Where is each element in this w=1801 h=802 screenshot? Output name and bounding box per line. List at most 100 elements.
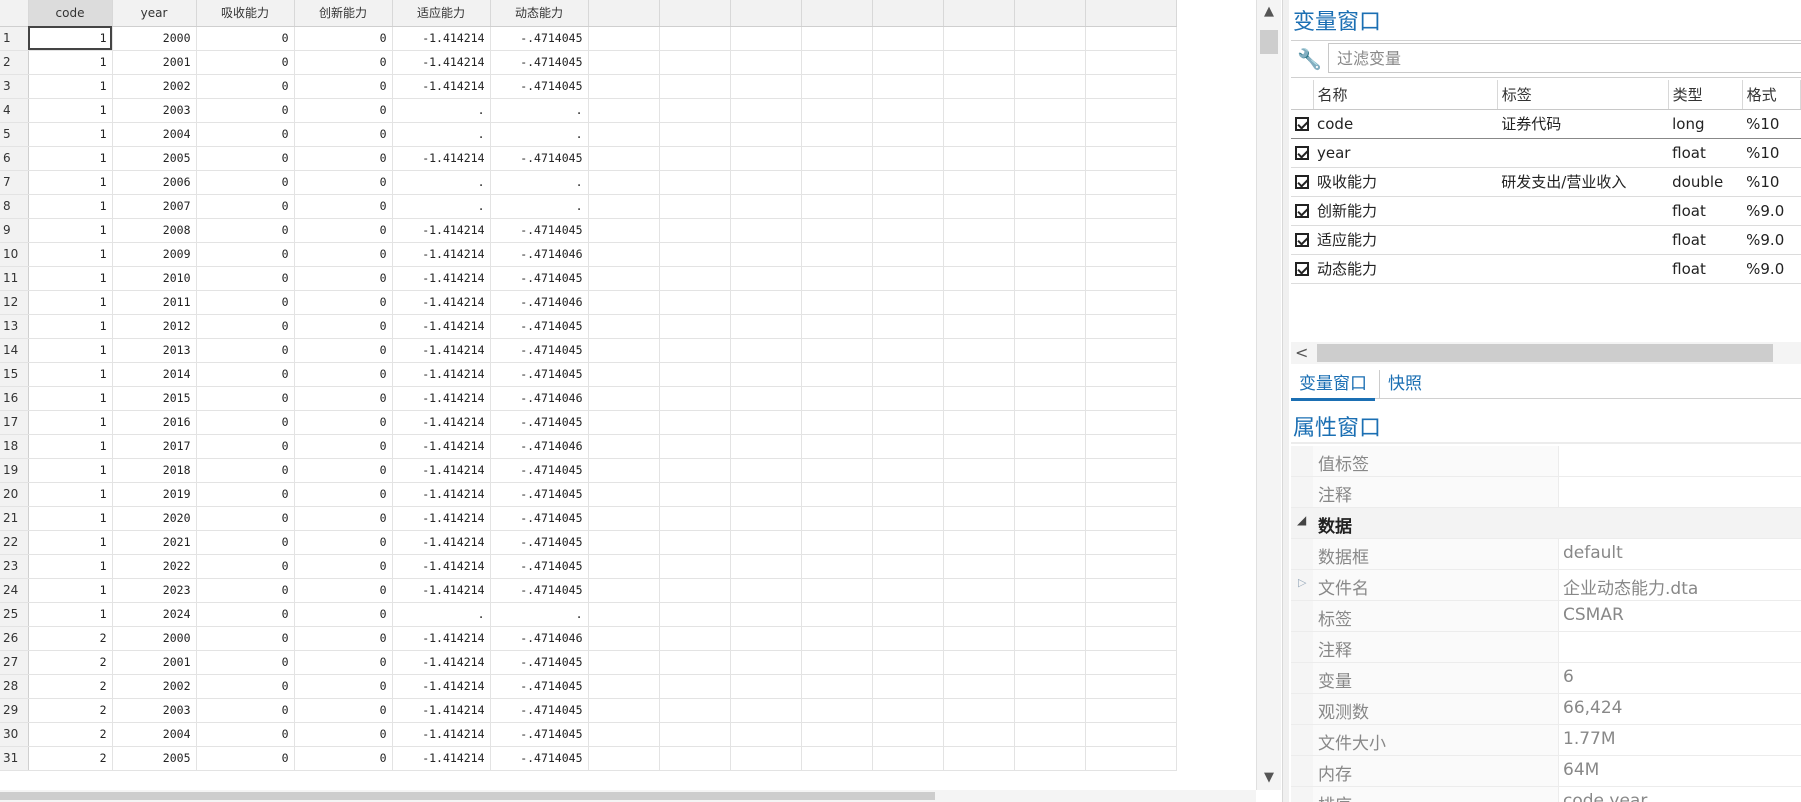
row-number[interactable]: 27 [0,650,29,675]
empty-cell[interactable] [730,218,802,243]
empty-cell[interactable] [659,482,731,507]
cell[interactable]: 0 [294,554,393,579]
empty-cell[interactable] [943,626,1015,651]
empty-cell[interactable] [659,602,731,627]
cell[interactable]: 2 [28,746,113,771]
empty-cell[interactable] [1014,650,1086,675]
empty-cell[interactable] [943,530,1015,555]
property-row[interactable]: 内存 64M [1291,756,1801,787]
empty-cell[interactable] [872,26,944,51]
empty-cell[interactable] [730,482,802,507]
empty-cell[interactable] [588,170,660,195]
cell[interactable]: 2005 [112,146,197,171]
empty-cell[interactable] [872,410,944,435]
cell[interactable]: -.4714045 [490,650,589,675]
empty-cell[interactable] [659,626,731,651]
scroll-down-icon[interactable]: ▼ [1257,766,1281,790]
cell[interactable]: -.4714045 [490,266,589,291]
empty-cell[interactable] [588,458,660,483]
empty-column-header[interactable] [943,0,1015,27]
cell[interactable]: 0 [294,530,393,555]
empty-cell[interactable] [1014,338,1086,363]
empty-cell[interactable] [943,266,1015,291]
checkbox-checked-icon[interactable] [1295,204,1309,218]
cell[interactable]: -1.414214 [392,482,491,507]
horizontal-scrollbar[interactable] [0,790,1256,802]
empty-cell[interactable] [588,266,660,291]
column-header-1[interactable]: year [112,0,197,27]
properties-section-header[interactable]: ◢ 数据 [1291,508,1801,539]
empty-cell[interactable] [730,626,802,651]
cell[interactable]: 0 [196,338,295,363]
cell[interactable]: -1.414214 [392,362,491,387]
empty-cell[interactable] [659,698,731,723]
row-number[interactable]: 2 [0,50,29,75]
cell[interactable]: -.4714045 [490,746,589,771]
cell[interactable]: -.4714045 [490,314,589,339]
variable-row[interactable]: 创新能力 float %9.0 [1291,196,1801,226]
empty-cell[interactable] [801,194,873,219]
cell[interactable]: 2021 [112,530,197,555]
property-row[interactable]: 观测数 66,424 [1291,694,1801,725]
cell[interactable]: 1 [28,530,113,555]
empty-cell[interactable] [730,242,802,267]
cell[interactable]: -1.414214 [392,314,491,339]
cell[interactable]: 1 [28,146,113,171]
empty-cell[interactable] [1014,218,1086,243]
cell[interactable]: 0 [196,146,295,171]
cell[interactable]: -.4714045 [490,458,589,483]
empty-column-header[interactable] [659,0,731,27]
cell[interactable]: 0 [294,290,393,315]
empty-cell[interactable] [872,74,944,99]
cell[interactable]: 0 [294,602,393,627]
cell[interactable]: 0 [294,98,393,123]
variable-row[interactable]: year float %10 [1291,138,1801,168]
empty-cell[interactable] [943,218,1015,243]
cell[interactable]: 0 [196,74,295,99]
empty-cell[interactable] [801,578,873,603]
property-row[interactable]: 变量 6 [1291,663,1801,694]
empty-cell[interactable] [943,434,1015,459]
row-number[interactable]: 14 [0,338,29,363]
cell[interactable]: . [490,170,589,195]
cell[interactable]: 0 [294,122,393,147]
empty-cell[interactable] [872,242,944,267]
empty-cell[interactable] [801,506,873,531]
row-number[interactable]: 6 [0,146,29,171]
cell[interactable]: . [392,98,491,123]
empty-cell[interactable] [872,50,944,75]
empty-cell[interactable] [1085,170,1177,195]
cell[interactable]: 0 [196,674,295,699]
cell[interactable]: 0 [294,314,393,339]
cell[interactable]: 2003 [112,698,197,723]
cell[interactable]: -.4714046 [490,242,589,267]
cell[interactable]: 1 [28,506,113,531]
empty-cell[interactable] [1014,194,1086,219]
cell[interactable]: 0 [196,170,295,195]
cell[interactable]: 0 [196,242,295,267]
empty-cell[interactable] [659,386,731,411]
empty-cell[interactable] [730,386,802,411]
cell[interactable]: 0 [294,434,393,459]
cell[interactable]: 1 [28,578,113,603]
empty-cell[interactable] [659,434,731,459]
row-number[interactable]: 13 [0,314,29,339]
empty-cell[interactable] [801,602,873,627]
empty-cell[interactable] [730,602,802,627]
empty-cell[interactable] [1014,410,1086,435]
row-number[interactable]: 7 [0,170,29,195]
scroll-up-icon[interactable]: ▲ [1257,0,1281,24]
empty-cell[interactable] [1085,338,1177,363]
cell[interactable]: -.4714045 [490,554,589,579]
empty-cell[interactable] [943,74,1015,99]
empty-cell[interactable] [730,650,802,675]
empty-cell[interactable] [943,194,1015,219]
row-number[interactable]: 28 [0,674,29,699]
cell[interactable]: -1.414214 [392,386,491,411]
column-header-3[interactable]: 创新能力 [294,0,393,27]
empty-cell[interactable] [1014,386,1086,411]
empty-cell[interactable] [801,674,873,699]
cell[interactable]: . [392,602,491,627]
cell[interactable]: 2 [28,722,113,747]
cell[interactable]: -1.414214 [392,74,491,99]
